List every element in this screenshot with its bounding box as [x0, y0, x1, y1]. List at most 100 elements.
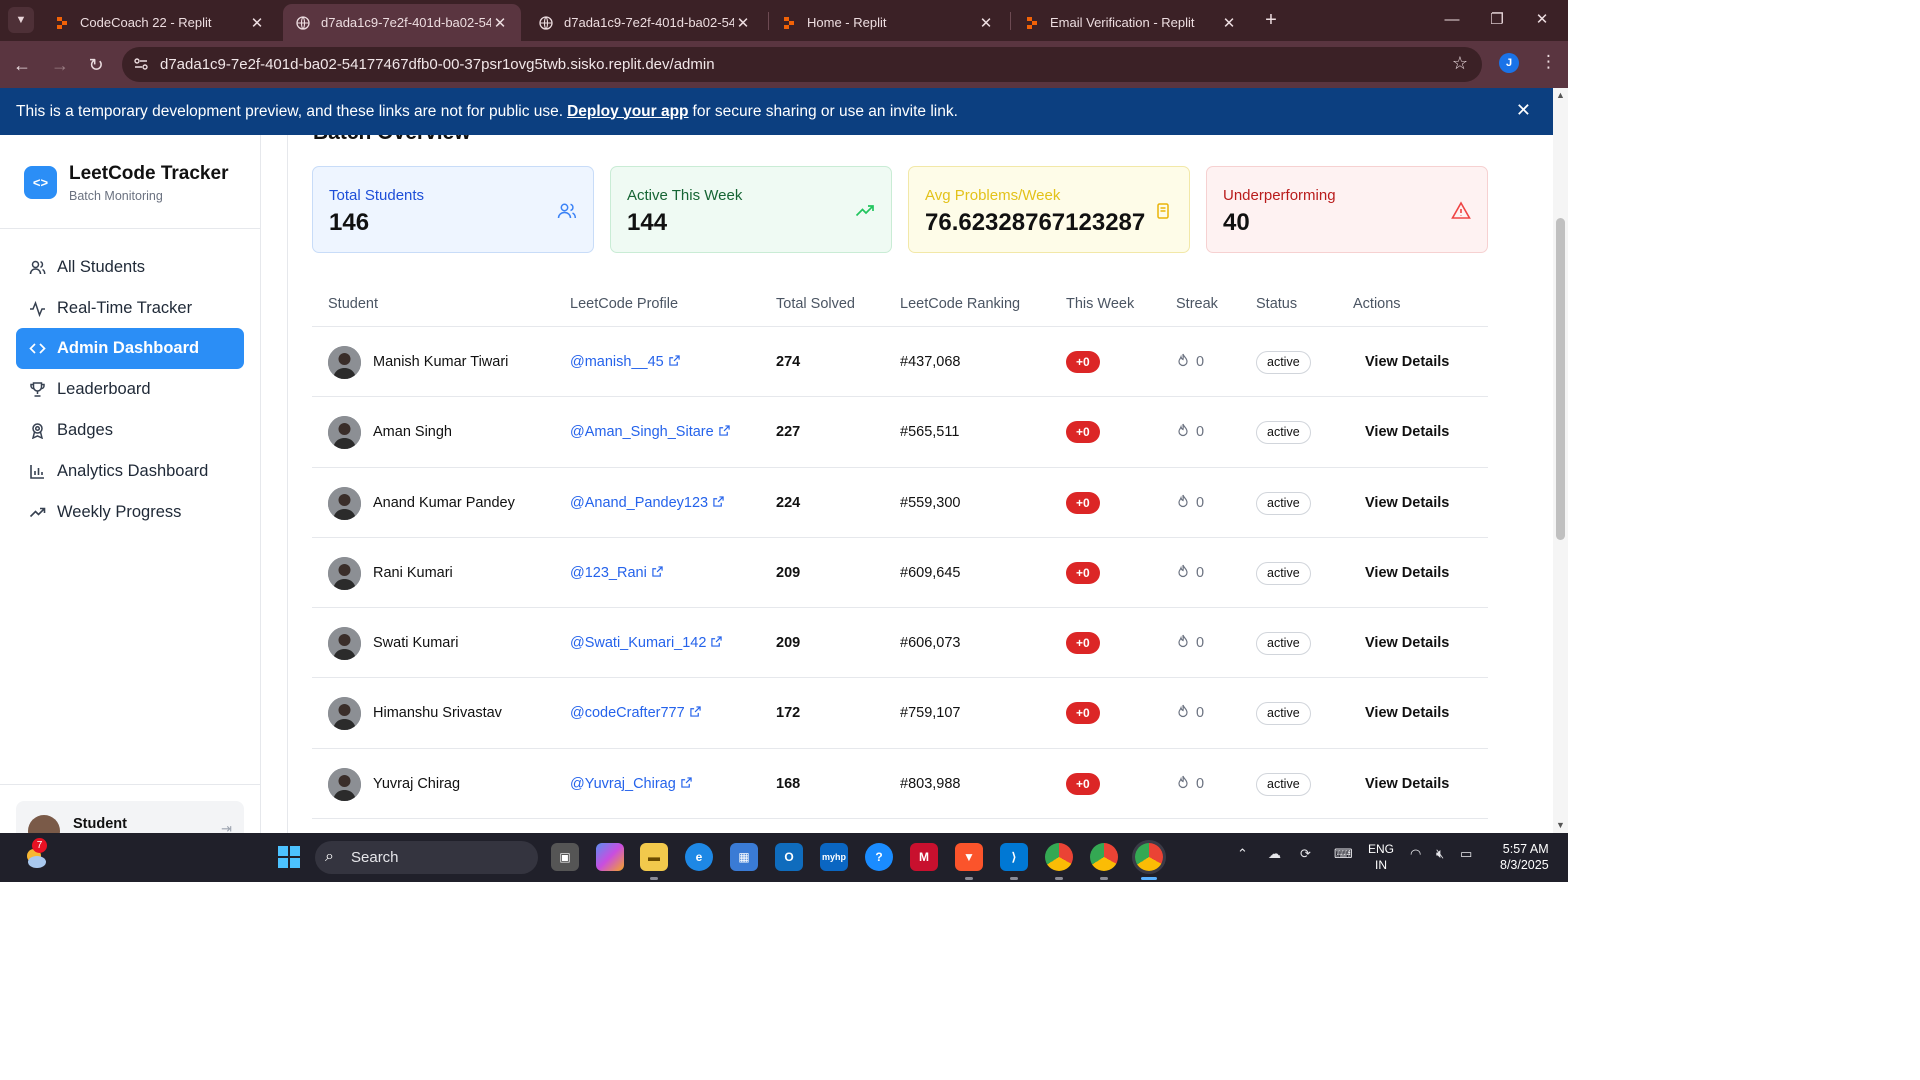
browser-tab[interactable]: Email Verification - Replit ✕	[1012, 4, 1250, 41]
view-details-button[interactable]: View Details	[1365, 776, 1449, 792]
stat-value: 40	[1223, 209, 1250, 236]
scroll-up-arrow[interactable]: ▲	[1555, 90, 1566, 100]
status-badge: active	[1256, 772, 1311, 796]
url-text[interactable]: d7ada1c9-7e2f-401d-ba02-54177467dfb0-00-…	[160, 56, 715, 73]
tab-search-button[interactable]: ▼	[8, 7, 34, 33]
avatar	[328, 627, 361, 661]
sync-icon[interactable]: ⟳	[1300, 846, 1311, 862]
total-solved: 209	[776, 564, 801, 581]
minimize-button[interactable]: —	[1440, 8, 1464, 32]
volume-muted-icon[interactable]: 🔇︎	[1436, 846, 1444, 862]
sidebar-item-badges[interactable]: Badges	[16, 410, 244, 451]
help-icon[interactable]: ?	[865, 843, 893, 871]
section-title: Batch Overview	[313, 135, 471, 145]
sidebar-item-weekly-progress[interactable]: Weekly Progress	[16, 492, 244, 533]
replit-icon	[54, 15, 70, 31]
chrome-icon[interactable]	[1135, 843, 1163, 871]
chrome-icon[interactable]	[1090, 843, 1118, 871]
back-button[interactable]: ←	[9, 52, 35, 78]
view-details-button[interactable]: View Details	[1365, 635, 1449, 651]
sidebar-item-all-students[interactable]: All Students	[16, 247, 244, 288]
deploy-app-link[interactable]: Deploy your app	[567, 103, 688, 121]
onedrive-icon[interactable]: ☁	[1268, 846, 1281, 862]
copilot-icon[interactable]	[596, 843, 624, 871]
battery-icon[interactable]: ▭	[1460, 846, 1472, 862]
view-details-button[interactable]: View Details	[1365, 424, 1449, 440]
taskbar-search[interactable]: ⌕ Search	[315, 841, 538, 874]
leetcode-ranking: #803,988	[900, 775, 961, 792]
close-tab-icon[interactable]: ✕	[491, 14, 509, 32]
language-indicator[interactable]: ENG IN	[1368, 841, 1394, 873]
keyboard-icon[interactable]: ⌨	[1334, 846, 1353, 862]
close-window-button[interactable]: ✕	[1530, 8, 1554, 32]
outlook-icon[interactable]: O	[775, 843, 803, 871]
leetcode-profile-link[interactable]: @123_Rani	[570, 565, 663, 581]
browser-tab[interactable]: d7ada1c9-7e2f-401d-ba02-541 ✕	[526, 4, 764, 41]
reload-button[interactable]: ↻	[83, 52, 109, 78]
windows-start-icon[interactable]	[275, 843, 303, 871]
close-tab-icon[interactable]: ✕	[1220, 14, 1238, 32]
brave-icon[interactable]: ▼	[955, 843, 983, 871]
total-solved: 224	[776, 494, 801, 511]
leetcode-profile-link[interactable]: @Anand_Pandey123	[570, 495, 724, 511]
user-card[interactable]: Student ⇥	[16, 801, 244, 833]
view-details-button[interactable]: View Details	[1365, 565, 1449, 581]
students-table: Student LeetCode Profile Total Solved Le…	[312, 280, 1488, 820]
browser-tab-active[interactable]: d7ada1c9-7e2f-401d-ba02-541 ✕	[283, 4, 521, 41]
new-tab-button[interactable]: +	[1259, 8, 1283, 32]
flame-icon	[1176, 494, 1196, 512]
leetcode-profile-link[interactable]: @codeCrafter777	[570, 705, 701, 721]
page-scrollbar[interactable]: ▲ ▼	[1553, 88, 1568, 833]
wifi-icon[interactable]: ◠	[1410, 846, 1421, 862]
browser-tab[interactable]: CodeCoach 22 - Replit ✕	[42, 4, 278, 41]
forward-button[interactable]: →	[47, 52, 73, 78]
profile-avatar[interactable]: J	[1499, 53, 1519, 73]
show-hidden-icons[interactable]: ⌃	[1237, 846, 1248, 862]
scroll-down-arrow[interactable]: ▼	[1555, 820, 1566, 830]
close-banner-icon[interactable]: ✕	[1516, 100, 1531, 121]
view-details-button[interactable]: View Details	[1365, 705, 1449, 721]
task-view-icon[interactable]: ▣	[551, 843, 579, 871]
system-clock[interactable]: 5:57 AM 8/3/2025	[1500, 841, 1549, 873]
bookmark-star-icon[interactable]: ☆	[1452, 53, 1468, 74]
edge-icon[interactable]: e	[685, 843, 713, 871]
file-explorer-icon[interactable]: ▬	[640, 843, 668, 871]
close-tab-icon[interactable]: ✕	[977, 14, 995, 32]
sidebar-item-analytics-dashboard[interactable]: Analytics Dashboard	[16, 451, 244, 492]
sidebar-item-real-time-tracker[interactable]: Real-Time Tracker	[16, 288, 244, 329]
site-info-icon[interactable]	[132, 55, 150, 73]
mcafee-icon[interactable]: M	[910, 843, 938, 871]
main-content: Batch Overview Total Students 146 Active…	[287, 135, 1553, 833]
browser-menu-icon[interactable]: ⋮	[1540, 52, 1557, 72]
close-tab-icon[interactable]: ✕	[734, 14, 752, 32]
leetcode-profile-link[interactable]: @Aman_Singh_Sitare	[570, 424, 730, 440]
logout-icon[interactable]: ⇥	[221, 821, 232, 833]
replit-icon	[781, 15, 797, 31]
view-details-button[interactable]: View Details	[1365, 354, 1449, 370]
close-tab-icon[interactable]: ✕	[248, 14, 266, 32]
browser-tab[interactable]: Home - Replit ✕	[769, 4, 1007, 41]
store-icon[interactable]: ▦	[730, 843, 758, 871]
myhp-icon[interactable]: myhp	[820, 843, 848, 871]
trending-up-icon	[28, 504, 46, 522]
leetcode-ranking: #759,107	[900, 705, 961, 722]
divider	[0, 228, 260, 229]
status-badge: active	[1256, 561, 1311, 585]
view-details-button[interactable]: View Details	[1365, 495, 1449, 511]
this-week-badge: +0	[1066, 561, 1100, 584]
sidebar-item-admin-dashboard[interactable]: Admin Dashboard	[16, 328, 244, 369]
running-indicator	[650, 877, 658, 880]
leetcode-profile-link[interactable]: @Swati_Kumari_142	[570, 635, 723, 651]
leetcode-profile-link[interactable]: @manish__45	[570, 354, 680, 370]
scrollbar-thumb[interactable]	[1556, 218, 1565, 540]
chrome-icon[interactable]	[1045, 843, 1073, 871]
omnibox[interactable]: d7ada1c9-7e2f-401d-ba02-54177467dfb0-00-…	[122, 47, 1482, 82]
browser-tab-bar: ▼ CodeCoach 22 - Replit ✕ d7ada1c9-7e2f-…	[0, 0, 1568, 41]
leetcode-profile-link[interactable]: @Yuvraj_Chirag	[570, 776, 692, 792]
vscode-icon[interactable]: ⟩	[1000, 843, 1028, 871]
sidebar: <> LeetCode Tracker Batch Monitoring All…	[0, 135, 261, 833]
restore-button[interactable]: ❐	[1485, 8, 1509, 32]
avatar	[328, 767, 361, 801]
weather-widget[interactable]: 7	[22, 838, 50, 872]
sidebar-item-leaderboard[interactable]: Leaderboard	[16, 369, 244, 410]
